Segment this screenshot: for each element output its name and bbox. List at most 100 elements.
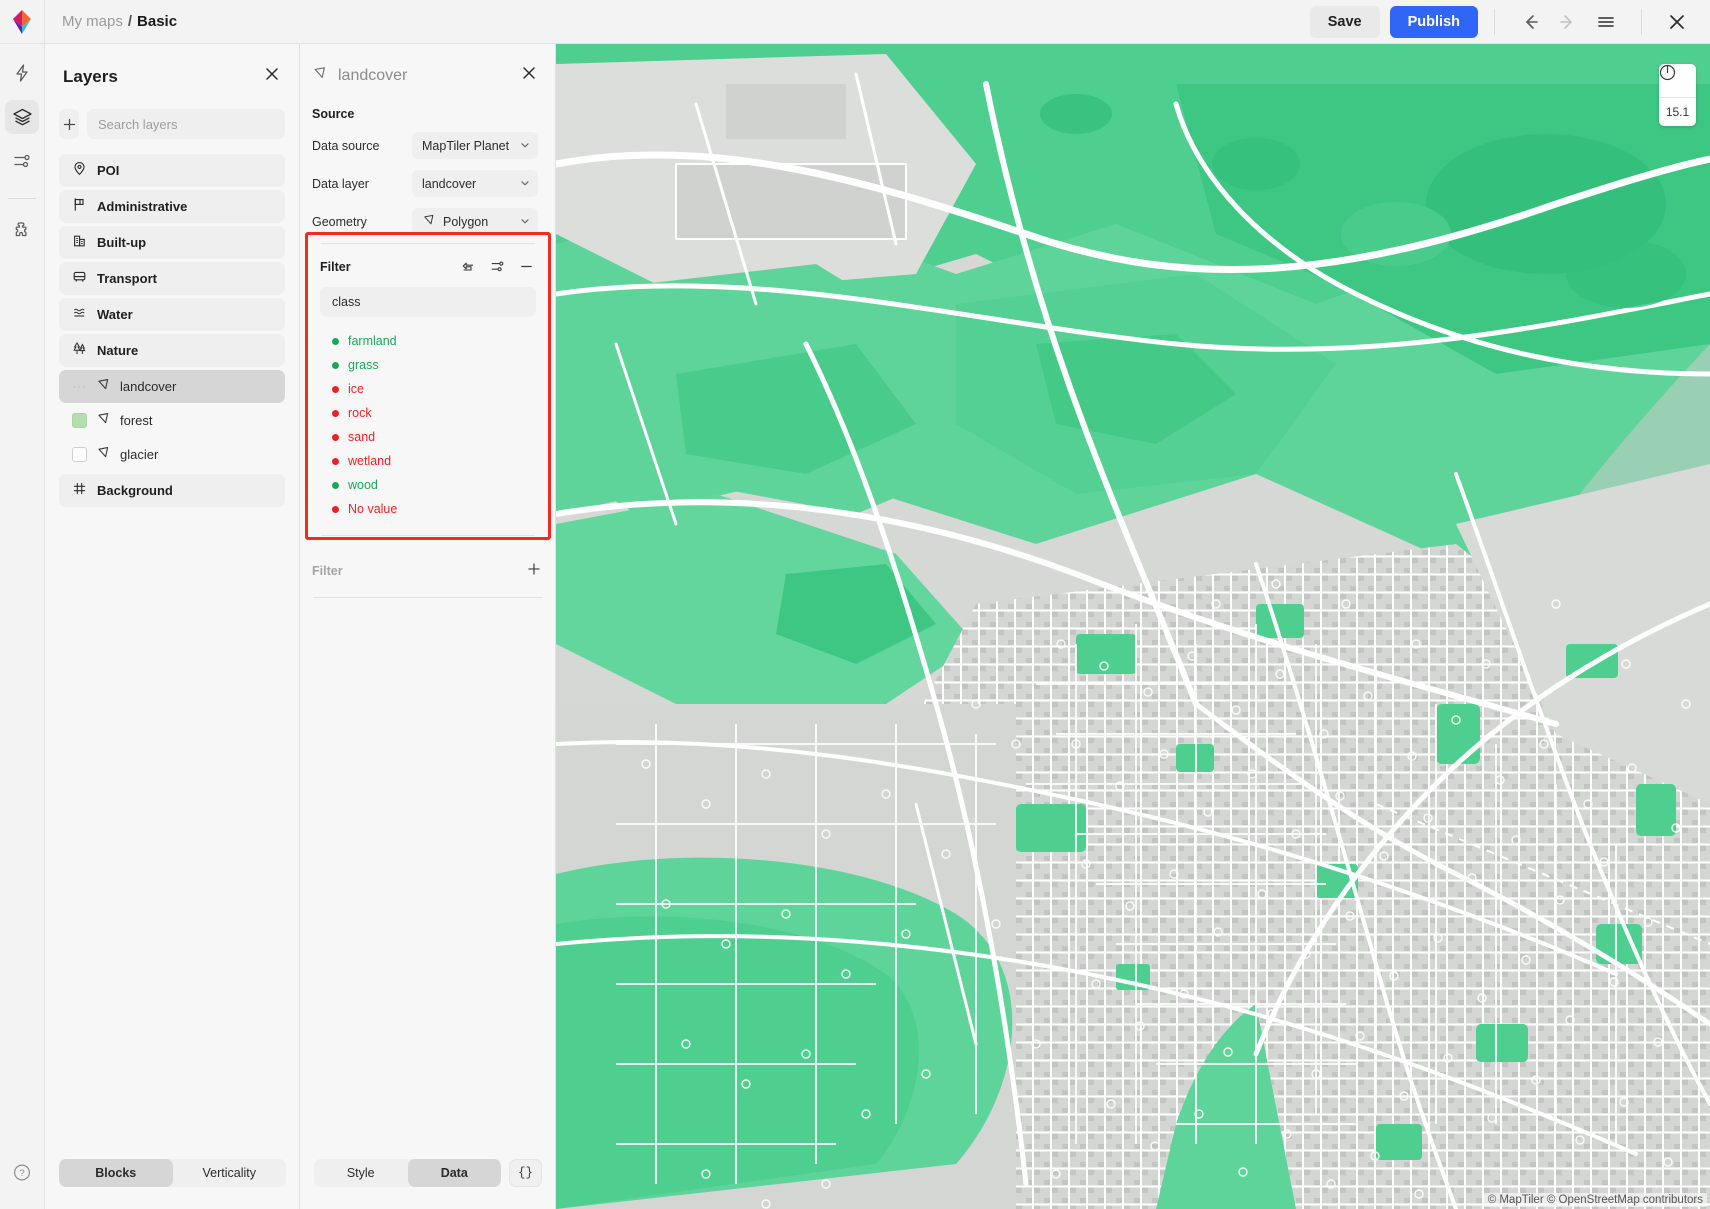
zoom-level-value: 15.1 [1666, 98, 1689, 126]
maptiler-logo-icon[interactable] [0, 0, 45, 44]
save-button[interactable]: Save [1310, 6, 1380, 38]
layers-panel: Layers POI Admini [45, 44, 300, 1209]
breadcrumb: My maps / Basic [45, 13, 177, 30]
left-rail: ? [0, 44, 45, 1209]
top-toolbar: My maps / Basic Save Publish [0, 0, 1710, 44]
tab-blocks[interactable]: Blocks [59, 1159, 173, 1187]
arrow-left-icon[interactable] [1511, 3, 1549, 41]
sidebar-item-landcover[interactable]: ··· landcover [59, 370, 285, 403]
status-dot [332, 338, 339, 345]
divider [321, 535, 535, 536]
filter-add-header: Filter [300, 549, 556, 581]
geometry-value: Polygon [443, 215, 488, 229]
data-layer-row: Data layer landcover [300, 159, 555, 197]
publish-button[interactable]: Publish [1390, 6, 1478, 38]
sidebar-item-label: Nature [97, 343, 138, 358]
sidebar-item-background[interactable]: Background [59, 474, 285, 507]
close-icon[interactable] [1658, 3, 1696, 41]
filter-value-label: wood [348, 478, 378, 492]
sidebar-item-forest[interactable]: forest [59, 404, 285, 437]
filter-value-wetland[interactable]: wetland [308, 449, 548, 473]
polygon-icon [96, 411, 111, 431]
chevron-down-icon [520, 140, 530, 152]
waves-icon [72, 305, 87, 325]
data-source-row: Data source MapTiler Planet [300, 121, 555, 159]
sidebar-item-administrative[interactable]: Administrative [59, 190, 285, 223]
breadcrumb-separator: / [128, 13, 132, 30]
layer-list: POI Administrative Built-up [45, 139, 299, 507]
filter-value-grass[interactable]: grass [308, 353, 548, 377]
polygon-icon [312, 65, 328, 86]
plus-icon[interactable] [526, 561, 542, 581]
filter-value-label: ice [348, 382, 364, 396]
tab-data[interactable]: Data [408, 1159, 502, 1187]
filter-title: Filter [320, 260, 351, 274]
map-canvas[interactable]: 15.1 © MapTiler © OpenStreetMap contribu… [556, 44, 1710, 1209]
geometry-row: Geometry Polygon [300, 197, 555, 235]
layer-swatch[interactable] [72, 413, 87, 428]
buildings-icon [72, 233, 87, 253]
status-dot [332, 482, 339, 489]
top-toolbar-actions: Save Publish [1310, 3, 1710, 41]
tab-style[interactable]: Style [314, 1159, 408, 1187]
filter-value-no-value[interactable]: No value [308, 497, 548, 521]
sidebar-item-nature[interactable]: Nature [59, 334, 285, 367]
properties-panel: landcover Source Data source MapTiler Pl… [300, 44, 556, 1209]
filter-value-label: rock [348, 406, 372, 420]
filter-value-rock[interactable]: rock [308, 401, 548, 425]
map-attribution[interactable]: © MapTiler © OpenStreetMap contributors [1484, 1193, 1707, 1207]
tab-verticality[interactable]: Verticality [173, 1159, 287, 1187]
status-dot [332, 386, 339, 393]
data-layer-select[interactable]: landcover [412, 170, 538, 197]
rail-item-settings[interactable] [5, 144, 39, 178]
geometry-select[interactable]: Polygon [412, 208, 538, 235]
search-input[interactable] [87, 109, 285, 139]
filter-value-farmland[interactable]: farmland [308, 329, 548, 353]
undo-reset-icon[interactable] [461, 259, 476, 274]
layer-swatch[interactable] [72, 447, 87, 462]
sidebar-item-label: POI [97, 163, 119, 178]
style-data-toggle: Style Data [314, 1159, 501, 1187]
close-icon[interactable] [520, 64, 538, 87]
sidebar-item-label: Built-up [97, 235, 146, 250]
data-source-select[interactable]: MapTiler Planet [412, 132, 538, 159]
properties-panel-header: landcover [300, 44, 555, 87]
rail-item-layers[interactable] [5, 100, 39, 134]
source-section-label: Source [300, 87, 555, 121]
breadcrumb-root[interactable]: My maps [62, 13, 123, 30]
rail-item-plugins[interactable] [5, 213, 39, 247]
map-tiles [556, 44, 1710, 1209]
zoom-widget: 15.1 [1659, 64, 1696, 126]
rail-divider [8, 198, 36, 199]
sidebar-item-transport[interactable]: Transport [59, 262, 285, 295]
add-layer-button[interactable] [59, 109, 79, 139]
rail-item-quickstart[interactable] [5, 56, 39, 90]
sidebar-item-glacier[interactable]: glacier [59, 438, 285, 471]
status-dot [332, 506, 339, 513]
polygon-icon [96, 445, 111, 465]
status-dot [332, 410, 339, 417]
layers-search-row [45, 88, 299, 139]
hamburger-menu-icon[interactable] [1587, 3, 1625, 41]
json-editor-button[interactable]: {} [509, 1159, 542, 1187]
data-source-value: MapTiler Planet [422, 139, 509, 153]
filter-actions [461, 259, 534, 274]
filter-value-label: farmland [348, 334, 397, 348]
map-pin-icon [72, 161, 87, 181]
grid-icon [72, 481, 87, 501]
sidebar-item-built-up[interactable]: Built-up [59, 226, 285, 259]
filter-settings-icon[interactable] [490, 259, 505, 274]
arrow-right-icon[interactable] [1549, 3, 1587, 41]
divider [313, 597, 543, 598]
filter-value-ice[interactable]: ice [308, 377, 548, 401]
help-circle-icon[interactable]: ? [13, 1163, 32, 1187]
minus-icon[interactable] [519, 259, 534, 274]
sidebar-item-poi[interactable]: POI [59, 154, 285, 187]
filter-header: Filter [308, 244, 548, 274]
sidebar-item-water[interactable]: Water [59, 298, 285, 331]
close-icon[interactable] [263, 65, 281, 88]
filter-value-sand[interactable]: sand [308, 425, 548, 449]
filter-value-wood[interactable]: wood [308, 473, 548, 497]
layers-panel-header: Layers [45, 44, 299, 88]
filter-field-input[interactable]: class [320, 287, 536, 317]
